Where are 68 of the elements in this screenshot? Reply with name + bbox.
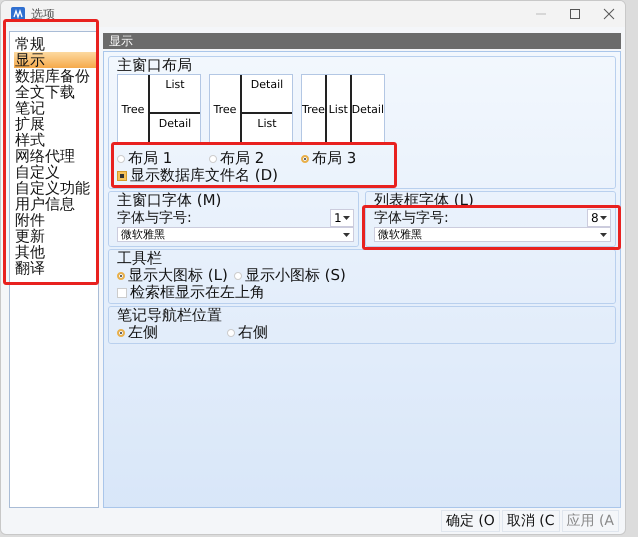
size-dropdown[interactable]: 1 <box>330 209 354 227</box>
category-item[interactable]: 其他 <box>14 244 98 260</box>
group-title: 主窗口布局 <box>117 57 193 74</box>
radio-label: 布局 3 <box>312 150 356 167</box>
checkbox[interactable] <box>117 170 127 180</box>
group-title: 笔记导航栏位置 <box>117 307 223 324</box>
radio-label: 显示小图标 (S) <box>244 267 346 284</box>
radio-label: 布局 2 <box>220 150 264 167</box>
font-dropdown[interactable]: 微软雅黑 <box>374 227 611 242</box>
category-item[interactable]: 笔记 <box>14 100 98 116</box>
dropdown-arrow-icon <box>600 216 607 220</box>
panel-header: 显示 <box>103 33 621 49</box>
radio-label: 显示大图标 (L) <box>128 267 228 284</box>
category-item[interactable]: 全文下载 <box>14 84 98 100</box>
radio-button[interactable] <box>234 272 242 280</box>
layout-preview[interactable]: Tree Detail List <box>209 74 293 144</box>
dropdown-arrow-icon <box>343 216 350 220</box>
category-item[interactable]: 扩展 <box>14 116 98 132</box>
category-item[interactable]: 翻译 <box>14 260 98 276</box>
category-item[interactable]: 附件 <box>14 212 98 228</box>
group-title: 主窗口字体 (M) <box>117 192 222 209</box>
dropdown-value: 8 <box>591 211 599 225</box>
dialog-button[interactable]: 取消 (C <box>502 510 560 532</box>
category-item[interactable]: 样式 <box>14 132 98 148</box>
close-icon[interactable] <box>603 8 615 20</box>
checkbox-label: 检索框显示在左上角 <box>130 284 265 301</box>
radio-button[interactable] <box>117 328 125 336</box>
layout-preview[interactable]: Tree List Detail <box>301 74 385 144</box>
field-label: 字体与字号: <box>374 209 449 227</box>
pane-label: Tree <box>210 75 242 143</box>
radio-label: 布局 1 <box>128 150 172 167</box>
pane-label: List <box>326 75 352 143</box>
size-dropdown[interactable]: 8 <box>587 209 611 227</box>
radio-label: 左侧 <box>128 324 158 341</box>
radio-button[interactable] <box>227 328 235 336</box>
maximize-icon[interactable] <box>569 8 581 20</box>
checkbox[interactable] <box>117 288 127 298</box>
dropdown-value: 微软雅黑 <box>121 228 165 241</box>
dropdown-value: 1 <box>334 211 342 225</box>
group-title: 工具栏 <box>117 250 163 267</box>
pane-label: Detail <box>242 75 292 114</box>
dropdown-arrow-icon <box>343 232 350 236</box>
category-item[interactable]: 用户信息 <box>14 196 98 212</box>
pane-label: Tree <box>118 75 150 143</box>
category-item[interactable]: 显示 <box>14 52 98 68</box>
pane-label: Tree <box>302 75 327 143</box>
dropdown-arrow-icon <box>600 232 607 236</box>
radio-button[interactable] <box>117 154 125 162</box>
pane-label: List <box>256 116 278 132</box>
category-item[interactable]: 数据库备份 <box>14 68 98 84</box>
pane-label: Detail <box>352 102 384 118</box>
category-item[interactable]: 常规 <box>14 36 98 52</box>
category-item[interactable]: 自定义功能 <box>14 180 98 196</box>
pane-label: Detail <box>158 116 192 132</box>
layout-preview[interactable]: Tree List Detail <box>117 74 201 144</box>
dialog-button[interactable]: 确定 (O <box>440 510 500 532</box>
dropdown-value: 微软雅黑 <box>378 228 422 241</box>
font-dropdown[interactable]: 微软雅黑 <box>117 227 354 242</box>
category-item[interactable]: 网络代理 <box>14 148 98 164</box>
pane-label: List <box>150 75 200 114</box>
radio-button[interactable] <box>117 272 125 280</box>
radio-button[interactable] <box>301 154 309 162</box>
radio-label: 右侧 <box>238 324 268 341</box>
category-item[interactable]: 自定义 <box>14 164 98 180</box>
checkbox-label: 显示数据库文件名 (D) <box>130 167 278 184</box>
category-item[interactable]: 更新 <box>14 228 98 244</box>
field-label: 字体与字号: <box>117 209 192 227</box>
radio-button[interactable] <box>209 154 217 162</box>
